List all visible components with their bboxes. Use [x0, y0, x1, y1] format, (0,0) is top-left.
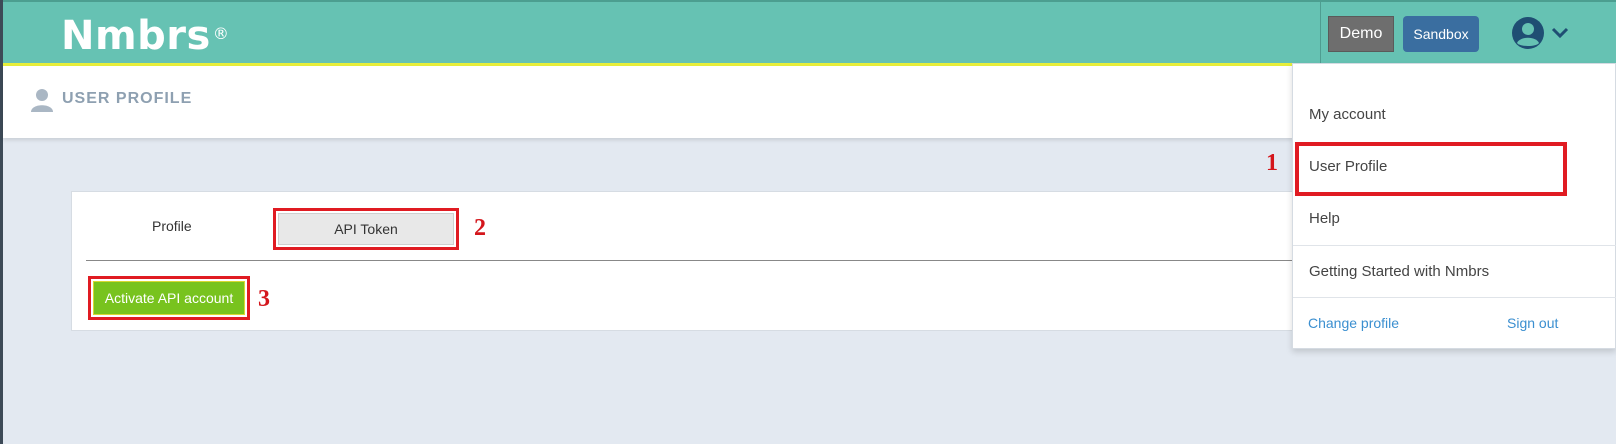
profile-card: Profile API Token Activate API account: [71, 191, 1302, 331]
menu-divider: [1293, 245, 1616, 246]
chevron-down-icon[interactable]: [1551, 26, 1569, 40]
page-header: USER PROFILE: [3, 66, 1293, 138]
annotation-step-3: 3: [258, 286, 270, 312]
tab-api-token[interactable]: API Token: [278, 213, 454, 245]
registered-mark: ®: [212, 24, 230, 43]
person-icon: [31, 89, 53, 112]
demo-badge: Demo: [1328, 16, 1394, 52]
user-menu-dropdown: My account User Profile Help Getting Sta…: [1292, 63, 1616, 349]
menu-item-my-account[interactable]: My account: [1309, 106, 1386, 123]
user-circle-icon[interactable]: [1511, 16, 1545, 50]
menu-item-getting-started[interactable]: Getting Started with Nmbrs: [1309, 263, 1489, 280]
menu-item-help[interactable]: Help: [1309, 210, 1340, 227]
logo-text: Nmbrs: [61, 13, 211, 59]
change-profile-link[interactable]: Change profile: [1308, 315, 1399, 331]
annotation-step-2: 2: [474, 215, 486, 241]
topbar-divider: [1320, 2, 1321, 65]
annotation-step-1: 1: [1266, 150, 1278, 176]
menu-item-user-profile[interactable]: User Profile: [1309, 158, 1387, 175]
activate-api-account-button[interactable]: Activate API account: [93, 281, 245, 315]
tab-profile[interactable]: Profile: [152, 218, 198, 238]
sign-out-link[interactable]: Sign out: [1507, 315, 1558, 331]
page-title: USER PROFILE: [62, 90, 193, 107]
nmbrs-logo[interactable]: Nmbrs ®: [61, 12, 229, 60]
top-navigation-bar: Nmbrs ® Demo Sandbox: [3, 0, 1616, 65]
activate-button-highlight: Activate API account: [88, 276, 250, 320]
tab-api-token-highlight: API Token: [273, 208, 459, 250]
tab-divider: [86, 260, 1302, 261]
sandbox-badge[interactable]: Sandbox: [1403, 16, 1479, 52]
menu-divider: [1293, 297, 1616, 298]
